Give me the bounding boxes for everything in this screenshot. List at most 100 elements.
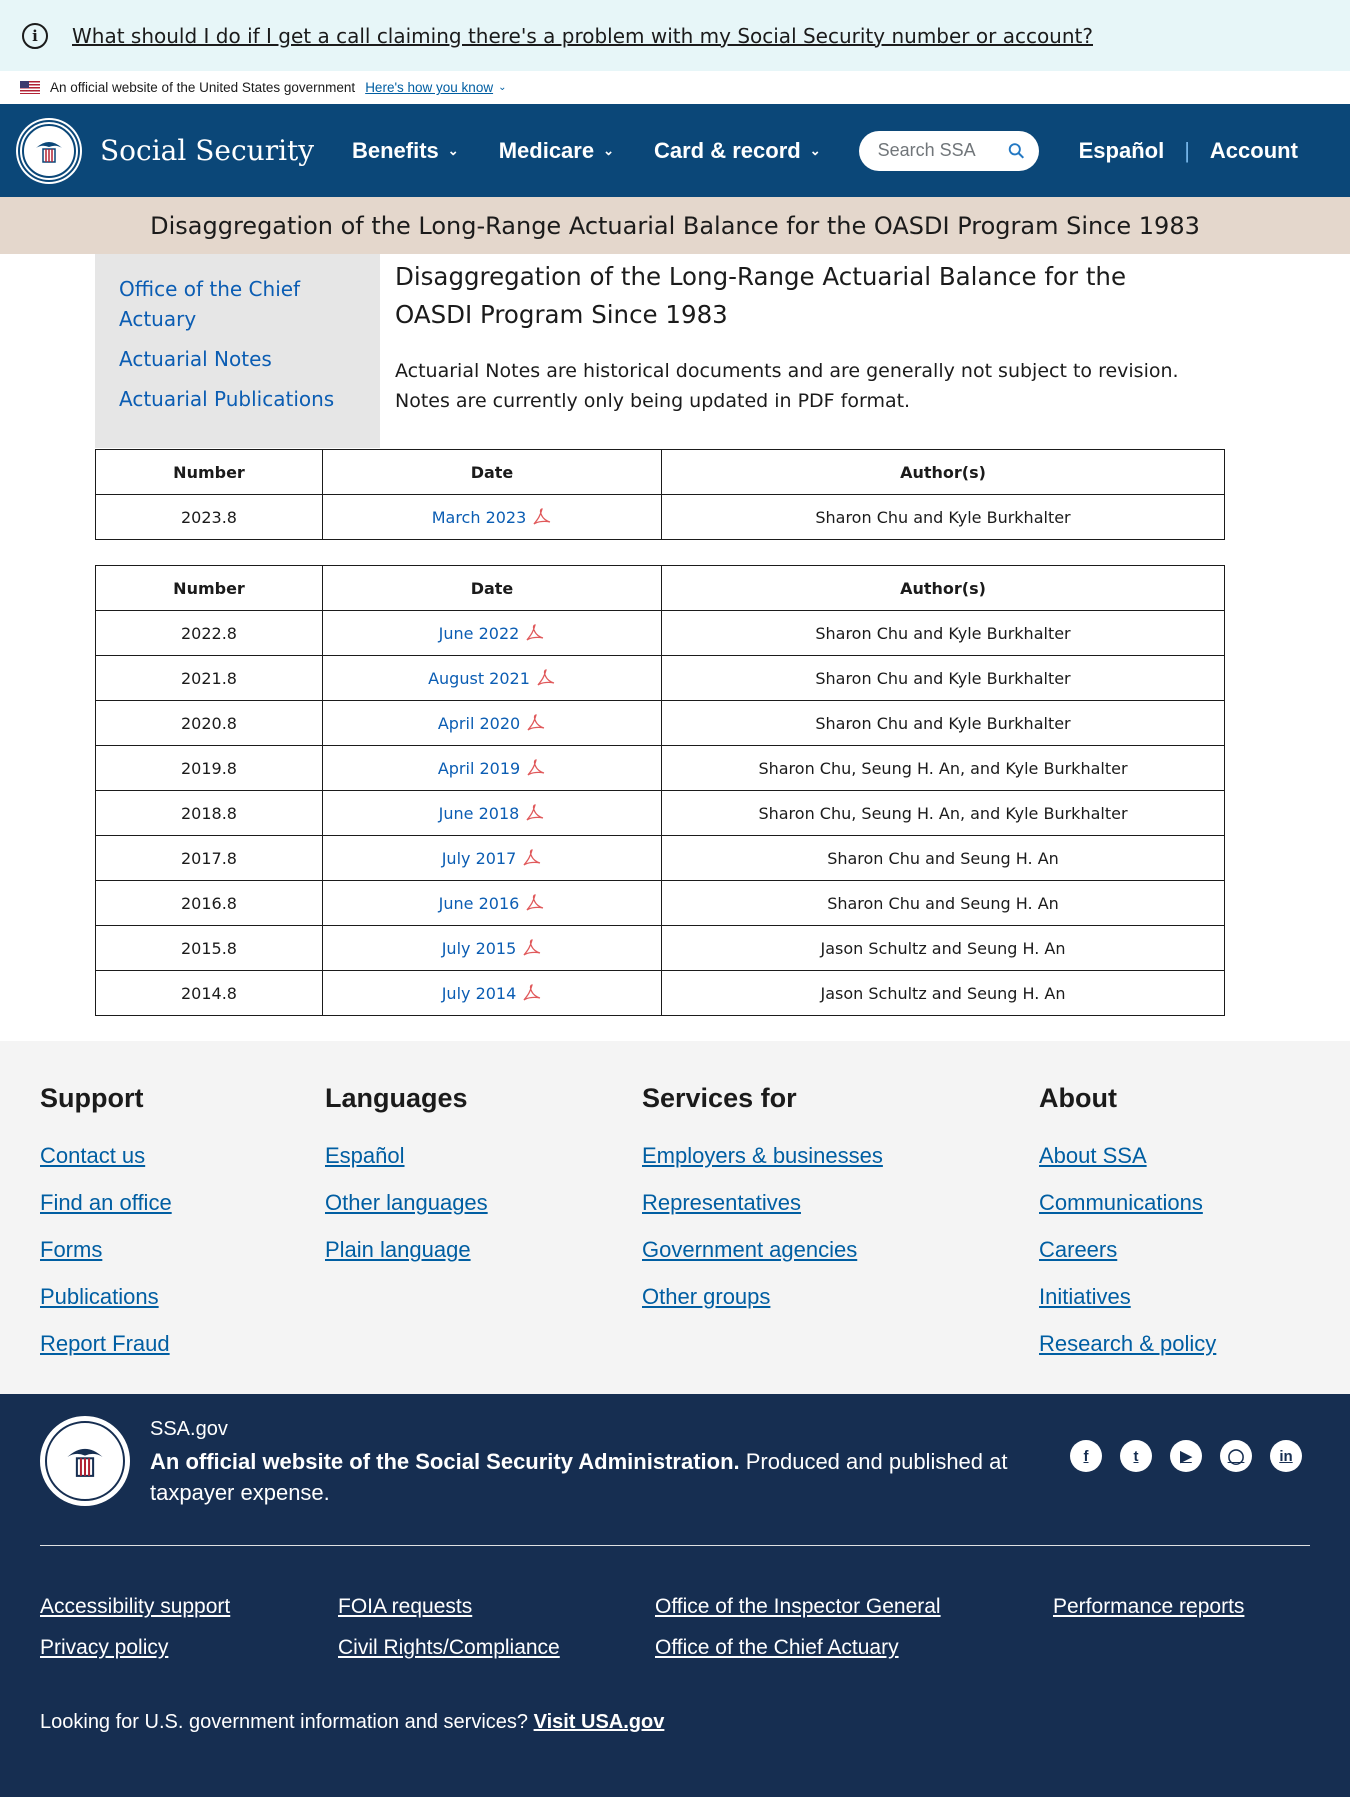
linkedin-icon[interactable]: in: [1270, 1440, 1302, 1472]
footer-link[interactable]: Forms: [40, 1226, 172, 1273]
pdf-link[interactable]: August 2021: [428, 669, 556, 688]
sidebar-item-actuarial-notes[interactable]: Actuarial Notes: [119, 344, 356, 374]
pdf-link[interactable]: June 2022: [439, 624, 546, 643]
pdf-link[interactable]: April 2020: [438, 714, 546, 733]
content-area: Office of the Chief Actuary Actuarial No…: [0, 254, 1350, 1797]
footer-link[interactable]: Other groups: [642, 1273, 883, 1320]
note-date-cell: August 2021: [322, 655, 662, 701]
alert-link[interactable]: What should I do if I get a call claimin…: [72, 24, 1093, 48]
pdf-link[interactable]: July 2015: [442, 939, 543, 958]
pdf-link[interactable]: June 2018: [439, 804, 546, 823]
pdf-icon: [527, 713, 545, 731]
notes-description: Actuarial Notes are historical documents…: [395, 360, 1179, 412]
footer-link[interactable]: Initiatives: [1039, 1273, 1216, 1320]
note-number: 2019.8: [95, 745, 323, 791]
how-you-know-link[interactable]: Here's how you know: [365, 80, 493, 95]
table-row: 2016.8 June 2016 Sharon Chu and Seung H. A…: [95, 880, 1225, 926]
pdf-icon: [526, 623, 544, 641]
note-date-cell: April 2019: [322, 745, 662, 791]
footer-link-performance[interactable]: Performance reports: [1053, 1595, 1244, 1619]
footer-link[interactable]: Government agencies: [642, 1226, 883, 1273]
note-date: April 2020: [437, 713, 521, 733]
pdf-link[interactable]: March 2023: [432, 508, 553, 527]
youtube-icon[interactable]: ▶: [1170, 1440, 1202, 1472]
footer-link[interactable]: Find an office: [40, 1179, 172, 1226]
search-icon[interactable]: [1008, 141, 1025, 161]
footer-link-civil-rights[interactable]: Civil Rights/Compliance: [338, 1636, 560, 1660]
footer-link[interactable]: About SSA: [1039, 1132, 1216, 1179]
pdf-icon: [527, 758, 545, 776]
note-number: 2020.8: [95, 700, 323, 746]
note-authors: Sharon Chu and Kyle Burkhalter: [661, 610, 1225, 656]
sidebar-item-actuarial-publications[interactable]: Actuarial Publications: [119, 384, 356, 414]
nav-label: Medicare: [498, 137, 595, 163]
table-row: 2020.8 April 2020 Sharon Chu and Kyle Burk…: [95, 700, 1225, 746]
ssa-seal-logo[interactable]: [18, 119, 80, 182]
gov-banner: An official website of the United States…: [0, 71, 1350, 104]
footer-link[interactable]: Publications: [40, 1273, 172, 1320]
twitter-icon[interactable]: t: [1120, 1440, 1152, 1472]
usa-gov-link[interactable]: Visit USA.gov: [534, 1711, 665, 1733]
sidebar-item-chief-actuary[interactable]: Office of the Chief Actuary: [119, 274, 356, 334]
footer-link[interactable]: Other languages: [325, 1179, 488, 1226]
pdf-link[interactable]: June 2016: [439, 894, 546, 913]
footer-link[interactable]: Representatives: [642, 1179, 883, 1226]
note-authors: Sharon Chu and Kyle Burkhalter: [661, 655, 1225, 701]
footer-link-foia[interactable]: FOIA requests: [338, 1595, 472, 1619]
note-number: 2018.8: [95, 790, 323, 836]
footer-link[interactable]: Careers: [1039, 1226, 1216, 1273]
footer-link[interactable]: Plain language: [325, 1226, 488, 1273]
instagram-icon[interactable]: ◯: [1220, 1440, 1252, 1472]
divider: |: [1184, 137, 1190, 163]
main-content: Disaggregation of the Long-Range Actuari…: [395, 258, 1195, 416]
footer-link[interactable]: Communications: [1039, 1179, 1216, 1226]
footer-link-privacy[interactable]: Privacy policy: [40, 1636, 168, 1660]
footer-link[interactable]: Contact us: [40, 1132, 172, 1179]
note-date: July 2014: [441, 983, 517, 1003]
note-date-cell: July 2015: [322, 925, 662, 971]
note-number: 2014.8: [95, 970, 323, 1016]
footer-col-services: Services for Employers & businesses Repres…: [642, 1083, 883, 1320]
nav-benefits[interactable]: Benefits ⌄: [352, 138, 459, 164]
column-header: Date: [322, 449, 662, 495]
notes-table-current: Number Date Author(s) 2023.8 March 2023 Sh…: [95, 449, 1225, 540]
table-row: 2019.8 April 2019 Sharon Chu, Seung H. An,…: [95, 745, 1225, 791]
pdf-link[interactable]: July 2014: [442, 984, 543, 1003]
table-row: 2018.8 June 2018 Sharon Chu, Seung H. An, …: [95, 790, 1225, 836]
espanol-link[interactable]: Español: [1079, 138, 1165, 164]
table-row: 2021.8 August 2021 Sharon Chu and Kyle Bur…: [95, 655, 1225, 701]
facebook-icon[interactable]: f: [1070, 1440, 1102, 1472]
page-title-band: Disaggregation of the Long-Range Actuari…: [0, 197, 1350, 254]
chevron-down-icon: ⌄: [447, 142, 459, 158]
pdf-icon: [533, 507, 551, 525]
footer-link[interactable]: Employers & businesses: [642, 1132, 883, 1179]
pdf-link[interactable]: July 2017: [442, 849, 543, 868]
note-authors: Jason Schultz and Seung H. An: [661, 925, 1225, 971]
site-header: Social Security Benefits ⌄ Medicare ⌄ Card…: [0, 104, 1350, 197]
brand-name[interactable]: Social Security: [100, 134, 340, 167]
account-link[interactable]: Account: [1210, 138, 1298, 164]
table-row: 2015.8 July 2015 Jason Schultz and Seung H…: [95, 925, 1225, 971]
footer-link-accessibility[interactable]: Accessibility support: [40, 1595, 230, 1619]
footer-link-inspector-general[interactable]: Office of the Inspector General: [655, 1595, 941, 1619]
pdf-link[interactable]: April 2019: [438, 759, 546, 778]
table-header-row: Number Date Author(s): [95, 565, 1225, 611]
header-links: Español | Account: [1079, 138, 1298, 164]
footer-link[interactable]: Report Fraud: [40, 1320, 172, 1367]
chevron-down-icon[interactable]: ⌄: [498, 82, 506, 93]
usa-text: Looking for U.S. government information …: [40, 1711, 529, 1733]
note-date: July 2015: [441, 938, 517, 958]
pdf-icon: [523, 938, 541, 956]
footer-link-chief-actuary[interactable]: Office of the Chief Actuary: [655, 1636, 899, 1660]
note-authors: Sharon Chu and Seung H. An: [661, 880, 1225, 926]
column-header: Number: [95, 449, 323, 495]
footer-link[interactable]: Research & policy: [1039, 1320, 1216, 1367]
footer-site-name: SSA.gov: [150, 1418, 228, 1440]
nav-medicare[interactable]: Medicare ⌄: [499, 138, 614, 164]
nav-card-record[interactable]: Card & record ⌄: [654, 138, 821, 164]
search-input[interactable]: [877, 140, 1008, 161]
gov-banner-text: An official website of the United States…: [50, 80, 356, 95]
ssa-seal-logo: [40, 1416, 130, 1506]
note-date-cell: March 2023: [322, 494, 662, 540]
footer-link[interactable]: Español: [325, 1132, 488, 1179]
